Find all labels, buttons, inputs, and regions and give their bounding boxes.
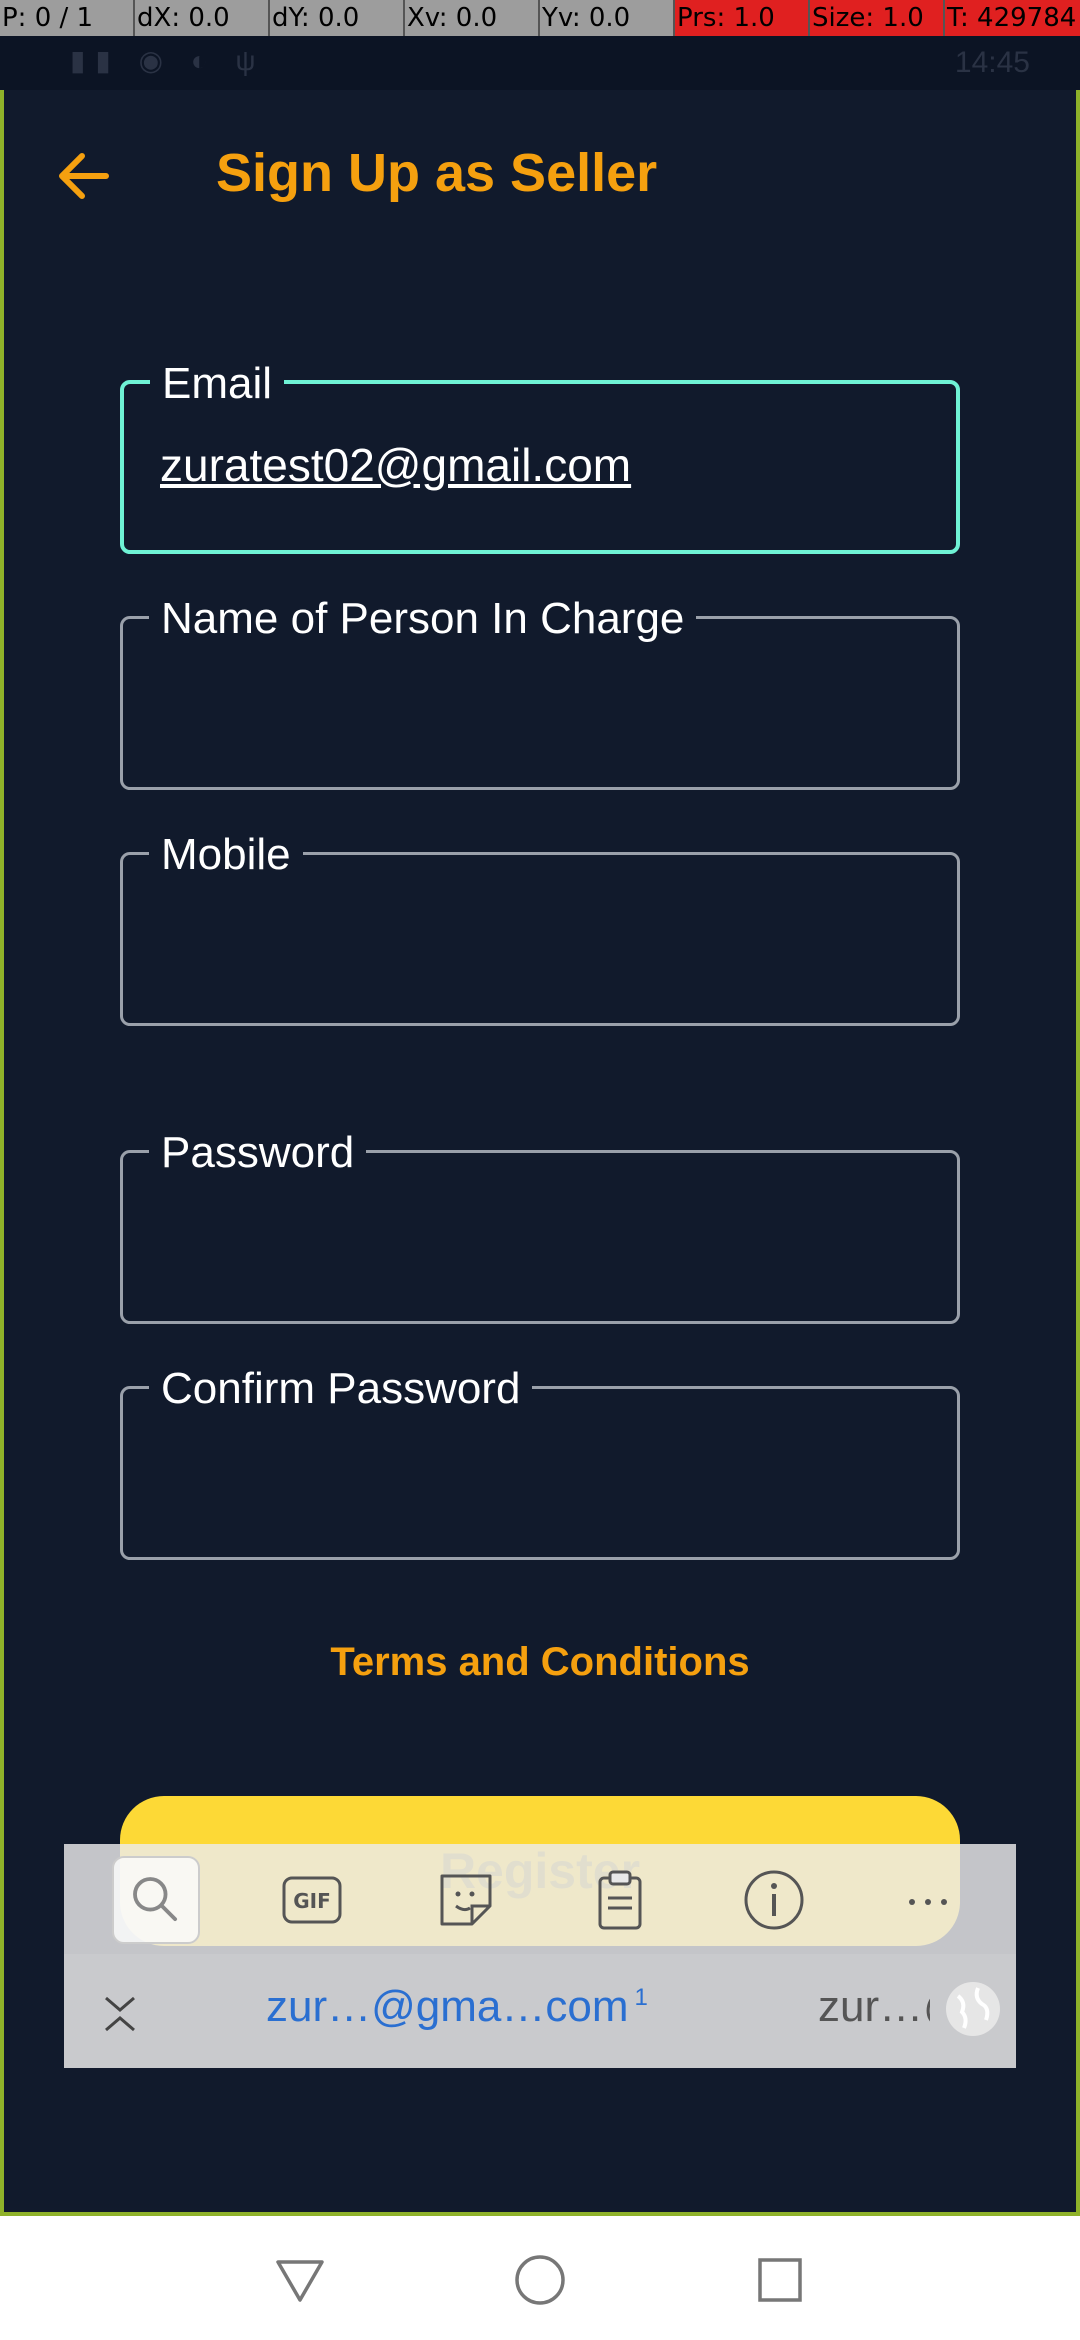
- more-icon: [909, 1899, 947, 1905]
- circle-home-icon: [515, 2255, 565, 2305]
- mobile-field[interactable]: Mobile: [120, 829, 960, 1026]
- nav-recents-button[interactable]: [752, 2252, 808, 2308]
- email-field[interactable]: Email zuratest02@gmail.com: [120, 358, 960, 554]
- navigation-bar: [0, 2216, 1080, 2340]
- password-field[interactable]: Password: [120, 1127, 960, 1324]
- mobile-label: Mobile: [149, 829, 303, 881]
- terms-link[interactable]: Terms and Conditions: [0, 1640, 1080, 1685]
- debug-pointer: P: 0 / 1: [0, 0, 135, 36]
- email-label: Email: [150, 358, 285, 410]
- search-icon: [133, 1877, 177, 1921]
- person-in-charge-label: Name of Person In Charge: [149, 593, 697, 645]
- clipboard-button[interactable]: [586, 1866, 654, 1934]
- sticker-button[interactable]: [432, 1866, 500, 1934]
- more-button[interactable]: [894, 1866, 962, 1934]
- info-button[interactable]: [740, 1866, 808, 1934]
- language-button[interactable]: [944, 1980, 1002, 2038]
- back-button[interactable]: [56, 148, 112, 204]
- email-value[interactable]: zuratest02@gmail.com: [160, 438, 631, 492]
- debug-dy: dY: 0.0: [270, 0, 405, 36]
- keyboard-toolbar: GIF: [64, 1844, 1016, 1954]
- arrow-left-icon: [59, 153, 109, 199]
- info-icon: [744, 1870, 804, 1930]
- password-label: Password: [149, 1127, 367, 1179]
- triangle-back-icon: [276, 2260, 324, 2302]
- suggestion-strip: zur…@gma…com1 zur…@: [64, 1954, 1016, 2068]
- page-title: Sign Up as Seller: [216, 143, 658, 203]
- sticker-icon: [440, 1874, 492, 1926]
- nav-home-button[interactable]: [512, 2252, 568, 2308]
- keyboard-search-button[interactable]: [112, 1856, 200, 1944]
- status-clock: 14:45: [954, 46, 1030, 79]
- collapse-suggestions-button[interactable]: [94, 1984, 146, 2036]
- svg-text:GIF: GIF: [293, 1889, 331, 1913]
- gif-button[interactable]: GIF: [278, 1866, 346, 1934]
- status-bar: ▮▮ ◉ ◐ ψ 14:45: [0, 36, 1080, 90]
- pointer-debug-bar: P: 0 / 1 dX: 0.0 dY: 0.0 Xv: 0.0 Yv: 0.0…: [0, 0, 1080, 36]
- nav-back-button[interactable]: [272, 2252, 328, 2308]
- status-icons: ▮▮ ◉ ◐ ψ: [70, 45, 266, 76]
- suggestion-count: 1: [634, 1984, 648, 2012]
- confirm-password-label: Confirm Password: [149, 1363, 533, 1415]
- chevron-collapse-icon: [105, 1996, 135, 2032]
- square-recents-icon: [758, 2258, 802, 2302]
- debug-dx: dX: 0.0: [135, 0, 270, 36]
- clipboard-icon: [598, 1870, 642, 1930]
- suggestion-primary-text: zur…@gma…com: [266, 1982, 629, 2031]
- debug-prs: Prs: 1.0: [675, 0, 810, 36]
- debug-yv: Yv: 0.0: [540, 0, 675, 36]
- globe-icon: [946, 1982, 1000, 2036]
- debug-size: Size: 1.0: [810, 0, 945, 36]
- suggestion-primary[interactable]: zur…@gma…com 1: [266, 1982, 648, 2032]
- person-in-charge-field[interactable]: Name of Person In Charge: [120, 593, 960, 790]
- suggestion-secondary[interactable]: zur…@: [818, 1982, 930, 2032]
- debug-time: T: 429784: [945, 0, 1080, 36]
- debug-xv: Xv: 0.0: [405, 0, 540, 36]
- gif-icon: GIF: [282, 1876, 342, 1924]
- confirm-password-field[interactable]: Confirm Password: [120, 1363, 960, 1560]
